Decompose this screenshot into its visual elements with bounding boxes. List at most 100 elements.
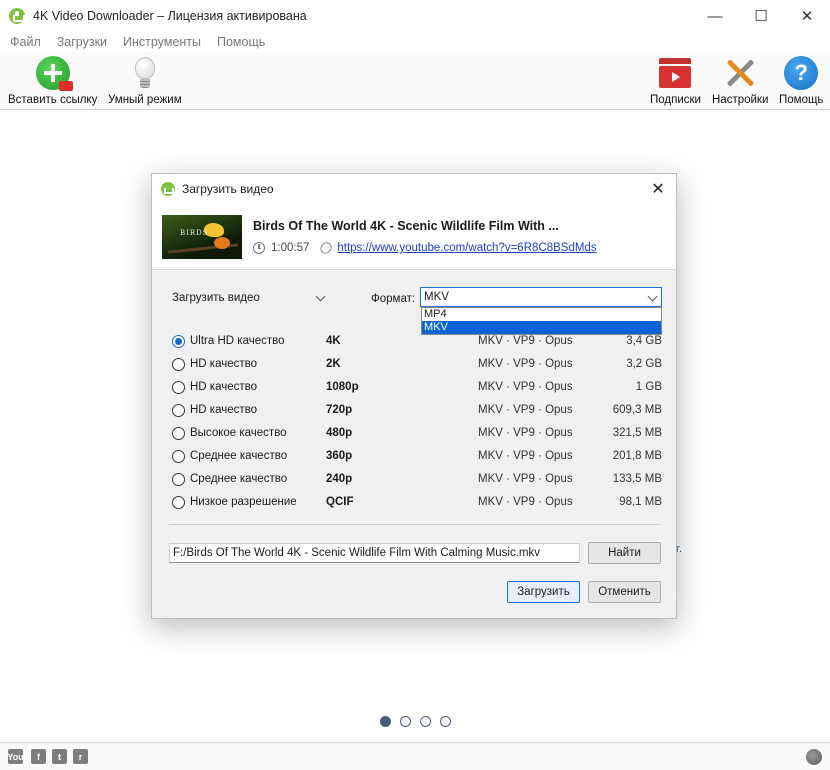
quality-codec: MKV · VP9 · Opus bbox=[478, 496, 573, 508]
format-select-value: MKV bbox=[424, 291, 449, 303]
maximize-button[interactable]: ☐ bbox=[738, 0, 784, 32]
quality-resolution: 4K bbox=[326, 335, 341, 347]
mode-select-value: Загрузить видео bbox=[172, 292, 260, 304]
app-logo-icon bbox=[9, 8, 25, 24]
help-label: Помощь bbox=[779, 94, 824, 106]
paste-link-label: Вставить ссылку bbox=[8, 94, 98, 106]
quality-size: 3,4 GB bbox=[626, 335, 662, 347]
quality-size: 201,8 MB bbox=[612, 450, 662, 462]
lightbulb-icon bbox=[128, 56, 162, 90]
quality-codec: MKV · VP9 · Opus bbox=[478, 358, 573, 370]
radio-button[interactable] bbox=[172, 495, 185, 509]
radio-button[interactable] bbox=[172, 449, 185, 463]
youtube-icon[interactable]: You bbox=[7, 749, 24, 764]
settings-button[interactable]: Настройки bbox=[712, 56, 768, 106]
facebook-icon[interactable]: f bbox=[31, 749, 46, 764]
divider bbox=[169, 524, 661, 525]
smart-mode-button[interactable]: Умный режим bbox=[108, 56, 182, 106]
help-button[interactable]: ? Помощь bbox=[779, 56, 823, 106]
quality-option-row[interactable]: HD качество 1080p MKV · VP9 · Opus 1 GB bbox=[172, 377, 662, 397]
dialog-app-icon bbox=[161, 182, 175, 196]
menu-help[interactable]: Помощь bbox=[209, 35, 273, 49]
cancel-button[interactable]: Отменить bbox=[588, 581, 661, 603]
quality-codec: MKV · VP9 · Opus bbox=[478, 427, 573, 439]
reddit-icon[interactable]: r bbox=[73, 749, 88, 764]
title-bar: 4K Video Downloader – Лицензия активиров… bbox=[0, 0, 830, 32]
quality-resolution: 2K bbox=[326, 358, 341, 370]
paste-link-button[interactable]: Вставить ссылку bbox=[8, 56, 97, 106]
quality-option-row[interactable]: Низкое разрешение QCIF MKV · VP9 · Opus 98,… bbox=[172, 492, 662, 512]
thumbnail-caption: BIRDS bbox=[180, 229, 209, 237]
page-dot[interactable] bbox=[380, 716, 391, 727]
format-select[interactable]: MKV bbox=[420, 287, 662, 307]
video-info: BIRDS Birds Of The World 4K - Scenic Wil… bbox=[152, 204, 676, 270]
quality-option-row[interactable]: Среднее качество 360p MKV · VP9 · Opus 201,… bbox=[172, 446, 662, 466]
quality-option-row[interactable]: HD качество 2K MKV · VP9 · Opus 3,2 GB bbox=[172, 354, 662, 374]
quality-name: Ultra HD качество bbox=[190, 335, 285, 347]
menu-tools[interactable]: Инструменты bbox=[115, 35, 209, 49]
quality-resolution: 480p bbox=[326, 427, 353, 439]
minimize-button[interactable]: — bbox=[692, 0, 738, 32]
question-icon: ? bbox=[784, 56, 819, 90]
quality-name: Низкое разрешение bbox=[190, 496, 297, 508]
quality-name: Высокое качество bbox=[190, 427, 287, 439]
radio-button[interactable] bbox=[172, 357, 185, 371]
status-bar: You f t r bbox=[0, 742, 830, 770]
radio-button[interactable] bbox=[172, 472, 185, 486]
radio-button[interactable] bbox=[172, 403, 185, 417]
page-dot[interactable] bbox=[440, 716, 451, 727]
download-button[interactable]: Загрузить bbox=[507, 581, 580, 603]
video-duration: 1:00:57 bbox=[271, 242, 310, 254]
browse-button[interactable]: Найти bbox=[588, 542, 661, 564]
dialog-close-button[interactable]: ✕ bbox=[648, 179, 668, 199]
radio-button[interactable] bbox=[172, 380, 185, 394]
clock-icon bbox=[253, 242, 265, 254]
subscriptions-icon bbox=[658, 56, 692, 90]
mode-select[interactable]: Загрузить видео bbox=[169, 288, 329, 308]
menu-bar: Файл Загрузки Инструменты Помощь bbox=[0, 32, 830, 52]
close-window-button[interactable]: ✕ bbox=[784, 0, 830, 32]
twitter-icon[interactable]: t bbox=[52, 749, 67, 764]
add-link-icon bbox=[35, 56, 73, 91]
save-path-input[interactable]: F:/Birds Of The World 4K - Scenic Wildli… bbox=[169, 543, 580, 563]
quality-option-row[interactable]: Высокое качество 480p MKV · VP9 · Opus 321,… bbox=[172, 423, 662, 443]
quality-size: 98,1 MB bbox=[619, 496, 662, 508]
quality-codec: MKV · VP9 · Opus bbox=[478, 404, 573, 416]
page-dot[interactable] bbox=[400, 716, 411, 727]
quality-size: 3,2 GB bbox=[626, 358, 662, 370]
video-url-link[interactable]: https://www.youtube.com/watch?v=6R8C8BSd… bbox=[337, 242, 596, 254]
format-option-mkv[interactable]: MKV bbox=[422, 321, 661, 334]
radio-button[interactable] bbox=[172, 334, 185, 348]
menu-file[interactable]: Файл bbox=[2, 35, 49, 49]
quality-option-row[interactable]: Среднее качество 240p MKV · VP9 · Opus 133,… bbox=[172, 469, 662, 489]
smart-mode-label: Умный режим bbox=[108, 94, 182, 106]
quality-resolution: 720p bbox=[326, 404, 353, 416]
chevron-down-icon bbox=[647, 291, 658, 302]
chevron-down-icon bbox=[315, 291, 326, 302]
download-dialog: Загрузить видео ✕ BIRDS Birds Of The Wor… bbox=[151, 173, 677, 619]
format-option-mp4[interactable]: MP4 bbox=[422, 308, 661, 321]
quality-codec: MKV · VP9 · Opus bbox=[478, 381, 573, 393]
quality-option-row[interactable]: HD качество 720p MKV · VP9 · Opus 609,3 MB bbox=[172, 400, 662, 420]
subscriptions-label: Подписки bbox=[650, 94, 701, 106]
quality-name: Среднее качество bbox=[190, 473, 288, 485]
globe-icon[interactable] bbox=[806, 749, 822, 765]
page-indicator bbox=[380, 716, 460, 727]
video-title: Birds Of The World 4K - Scenic Wildlife … bbox=[253, 219, 559, 233]
tools-icon bbox=[723, 56, 757, 90]
quality-name: Среднее качество bbox=[190, 450, 288, 462]
dialog-title: Загрузить видео bbox=[182, 182, 274, 196]
quality-size: 321,5 MB bbox=[612, 427, 662, 439]
subscriptions-button[interactable]: Подписки bbox=[650, 56, 701, 106]
quality-size: 609,3 MB bbox=[612, 404, 662, 416]
quality-resolution: QCIF bbox=[326, 496, 354, 508]
dialog-title-bar: Загрузить видео ✕ bbox=[152, 174, 676, 204]
toolbar: Вставить ссылку Умный режим Подписки Нас… bbox=[0, 52, 830, 110]
quality-name: HD качество bbox=[190, 381, 258, 393]
link-icon bbox=[318, 240, 335, 256]
settings-label: Настройки bbox=[712, 94, 769, 106]
format-dropdown-list: MP4 MKV bbox=[421, 307, 662, 335]
radio-button[interactable] bbox=[172, 426, 185, 440]
page-dot[interactable] bbox=[420, 716, 431, 727]
menu-downloads[interactable]: Загрузки bbox=[49, 35, 115, 49]
